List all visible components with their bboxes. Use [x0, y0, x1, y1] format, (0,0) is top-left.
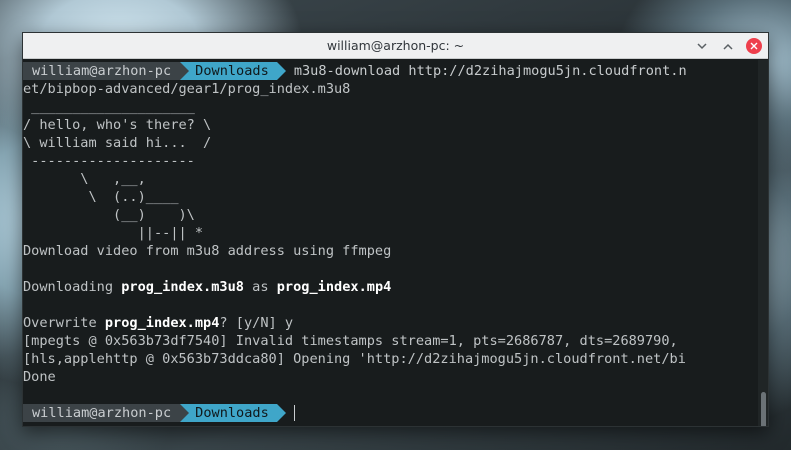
window-controls	[694, 38, 762, 54]
title-bar[interactable]: william@arzhon-pc: ~	[23, 33, 768, 59]
prompt: william@arzhon-pc Downloads	[23, 404, 286, 422]
overwrite-suffix: ? [y/N] y	[219, 315, 294, 331]
chevron-up-icon	[723, 43, 733, 50]
window-title: william@arzhon-pc: ~	[326, 38, 465, 53]
overwrite-prefix: Overwrite	[23, 315, 105, 331]
source-file: prog_index.m3u8	[121, 279, 244, 295]
cowsay-line: ||--|| *	[23, 225, 204, 241]
minimize-button[interactable]	[694, 38, 710, 54]
log-line: [hls,applehttp @ 0x563b73ddca80] Opening…	[23, 351, 686, 367]
prompt-separator	[180, 404, 190, 422]
terminal-window: william@arzhon-pc: ~ william@arzhon-pc Do…	[22, 32, 769, 427]
terminal-output[interactable]: william@arzhon-pc Downloads m3u8-download …	[23, 60, 758, 426]
downloading-line: Downloading prog_index.m3u8 as prog_inde…	[23, 278, 758, 296]
close-icon	[750, 42, 758, 50]
close-button[interactable]	[746, 38, 762, 54]
target-file: prog_index.mp4	[276, 279, 392, 295]
command-wrap: et/bipbop-advanced/gear1/prog_index.m3u8	[23, 81, 351, 97]
scrollbar-thumb[interactable]	[761, 392, 766, 426]
prompt-user: william@arzhon-pc	[23, 404, 181, 422]
cowsay-line: \ william said hi... /	[23, 135, 212, 151]
maximize-button[interactable]	[720, 38, 736, 54]
scrollbar[interactable]	[758, 60, 768, 426]
prompt-separator	[180, 62, 190, 80]
prompt: william@arzhon-pc Downloads	[23, 62, 286, 80]
cowsay-line: (__) )\	[23, 207, 195, 223]
chevron-down-icon	[697, 42, 707, 49]
cowsay-line: / hello, who's there? \	[23, 117, 212, 133]
prompt-separator-end	[276, 62, 286, 80]
prompt-user: william@arzhon-pc	[23, 62, 181, 80]
log-line: [mpegts @ 0x563b73df7540] Invalid timest…	[23, 333, 678, 349]
cowsay-line: ____________________	[23, 99, 195, 115]
cowsay-line: --------------------	[23, 153, 195, 169]
overwrite-file: prog_index.mp4	[104, 315, 220, 331]
done-line: Done	[23, 369, 56, 385]
text-cursor	[293, 405, 295, 421]
info-line: Download video from m3u8 address using f…	[23, 243, 392, 259]
active-prompt-line: william@arzhon-pc Downloads	[23, 404, 758, 422]
downloading-prefix: Downloading	[23, 279, 122, 295]
overwrite-line: Overwrite prog_index.mp4? [y/N] y	[23, 314, 758, 332]
downloading-mid: as	[243, 279, 277, 295]
command-text: m3u8-download http://d2zihajmogu5jn.clou…	[293, 63, 687, 79]
prompt-separator-end	[276, 404, 286, 422]
command-line: william@arzhon-pc Downloads m3u8-download …	[23, 62, 758, 80]
prompt-directory: Downloads	[189, 404, 277, 422]
prompt-directory: Downloads	[189, 62, 277, 80]
cowsay-line: \ (..)____	[23, 189, 179, 205]
cowsay-line: \ ,__,	[23, 171, 146, 187]
